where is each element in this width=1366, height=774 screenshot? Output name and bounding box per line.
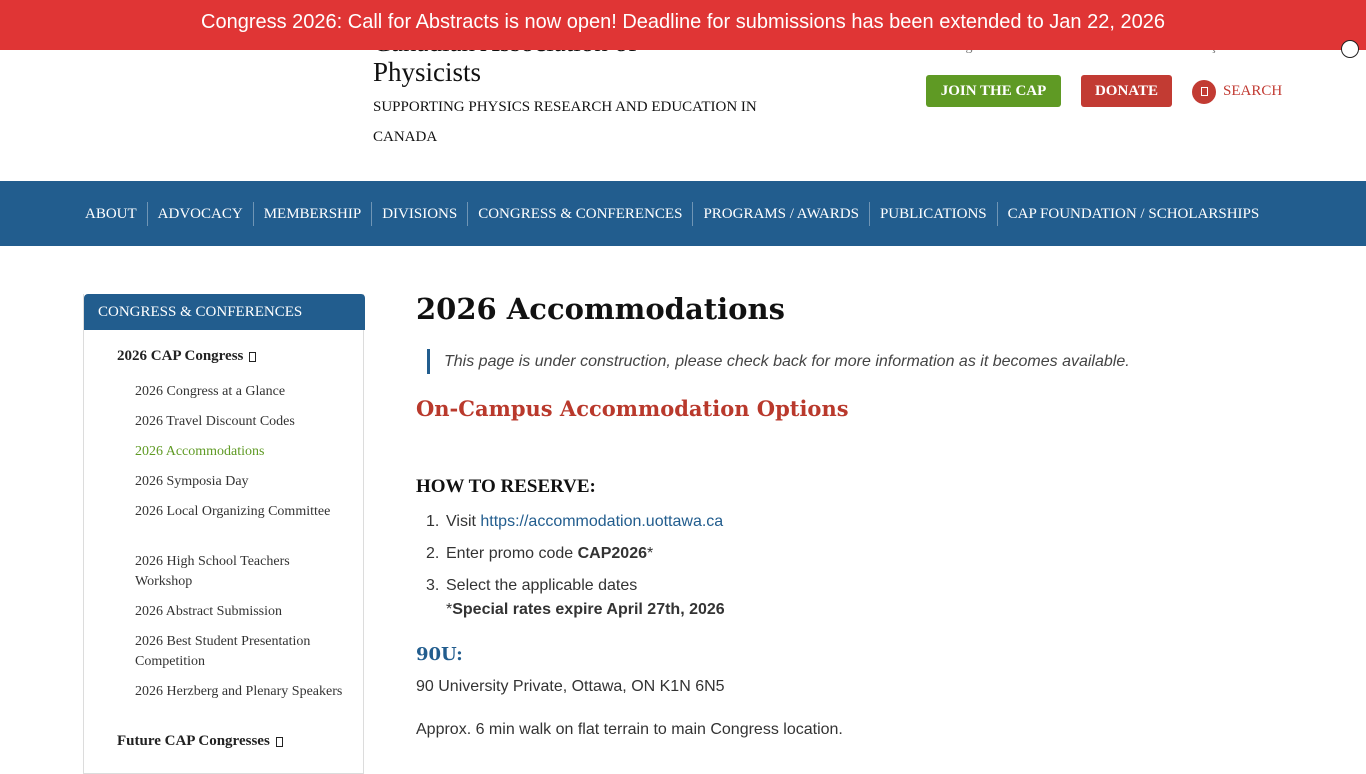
search-icon — [1192, 79, 1216, 104]
sidebar-item-loc[interactable]: 2026 Local Organizing Committee — [135, 502, 350, 522]
rate-expiry-note: *Special rates expire April 27th, 2026 — [446, 601, 725, 618]
join-button[interactable]: JOIN THE CAP — [926, 75, 1061, 107]
donate-button[interactable]: DONATE — [1081, 75, 1172, 107]
page-title: 2026 Accommodations — [416, 292, 785, 326]
nav-about[interactable]: ABOUT — [75, 202, 147, 226]
announcement-banner[interactable]: Congress 2026: Call for Abstracts is now… — [0, 0, 1366, 50]
banner-text: Congress 2026: Call for Abstracts is now… — [201, 11, 1165, 33]
residence-address: 90 University Private, Ottawa, ON K1N 6N… — [416, 678, 725, 695]
residence-heading: 90U: — [416, 644, 463, 665]
section-title: On-Campus Accommodation Options — [416, 396, 849, 421]
sidebar-item-speakers[interactable]: 2026 Herzberg and Plenary Speakers — [135, 682, 350, 702]
list-item: 3. Select the applicable dates — [426, 577, 638, 594]
sidebar-item-abstract[interactable]: 2026 Abstract Submission — [135, 602, 350, 622]
list-item: 1. Visit https://accommodation.uottawa.ca — [426, 513, 724, 530]
org-name-line2: Physicists — [373, 57, 482, 87]
sidebar-item-symposia[interactable]: 2026 Symposia Day — [135, 472, 350, 492]
main-nav: ABOUT ADVOCACY MEMBERSHIP DIVISIONS CONG… — [0, 181, 1366, 246]
sidebar-item-accommodations[interactable]: 2026 Accommodations — [135, 442, 350, 462]
org-tagline: SUPPORTING PHYSICS RESEARCH AND EDUCATIO… — [373, 99, 757, 145]
nav-divisions[interactable]: DIVISIONS — [371, 201, 467, 226]
nav-programs[interactable]: PROGRAMS / AWARDS — [692, 201, 869, 226]
sidebar-item-travel[interactable]: 2026 Travel Discount Codes — [135, 412, 350, 432]
construction-notice: This page is under construction, please … — [427, 349, 1130, 374]
sidebar-heading[interactable]: CONGRESS & CONFERENCES — [84, 294, 365, 330]
nav-congress[interactable]: CONGRESS & CONFERENCES — [467, 201, 692, 226]
nav-publications[interactable]: PUBLICATIONS — [868, 201, 997, 226]
walk-note: Approx. 6 min walk on flat terrain to ma… — [416, 721, 843, 738]
search-button[interactable]: SEARCH — [1192, 79, 1282, 104]
sidebar-parent-congress[interactable]: 2026 CAP Congress — [117, 348, 257, 365]
nav-membership[interactable]: MEMBERSHIP — [252, 201, 372, 226]
sidebar-parent-future[interactable]: Future CAP Congresses — [117, 733, 283, 750]
accommodation-link[interactable]: https://accommodation.uottawa.ca — [480, 513, 723, 530]
list-item: 2. Enter promo code CAP2026* — [426, 545, 654, 562]
nav-foundation[interactable]: CAP FOUNDATION / SCHOLARSHIPS — [996, 201, 1270, 226]
promo-code: CAP2026 — [577, 545, 647, 562]
expand-icon — [249, 351, 257, 362]
nav-advocacy[interactable]: ADVOCACY — [146, 201, 253, 226]
expand-icon — [275, 736, 283, 747]
sidebar-item-glance[interactable]: 2026 Congress at a Glance — [135, 382, 350, 402]
close-banner-icon[interactable] — [1341, 40, 1359, 58]
sidebar-item-teachers[interactable]: 2026 High School Teachers Workshop — [135, 552, 350, 592]
how-to-reserve-heading: HOW TO RESERVE: — [416, 476, 596, 497]
search-label: SEARCH — [1223, 83, 1283, 99]
sidebar-item-student[interactable]: 2026 Best Student Presentation Competiti… — [135, 632, 350, 672]
sidebar: CONGRESS & CONFERENCES 2026 CAP Congress… — [83, 294, 365, 774]
